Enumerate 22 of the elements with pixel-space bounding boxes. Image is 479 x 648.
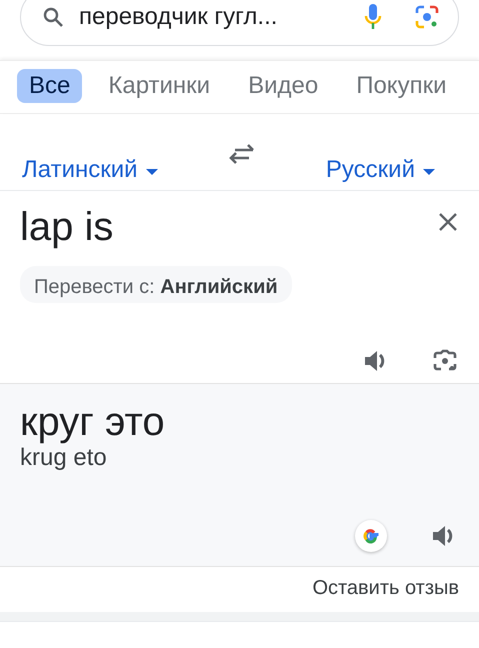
target-language-dropdown[interactable]: Русский [326, 156, 435, 184]
search-tab[interactable]: Все [17, 69, 82, 103]
swap-icon[interactable] [228, 144, 255, 164]
feedback-link[interactable]: Оставить отзыв [312, 577, 459, 600]
search-input[interactable]: переводчик гугл... [77, 2, 350, 32]
search-tab[interactable]: Видео [236, 69, 330, 103]
camera-lens-icon[interactable] [414, 4, 440, 30]
search-tab[interactable]: Картинки [96, 69, 222, 103]
microphone-icon[interactable] [364, 3, 382, 31]
caret-icon [422, 168, 435, 176]
transliteration-text: krug eto [20, 444, 108, 472]
camera-icon[interactable] [433, 349, 457, 373]
google-logo-icon[interactable] [355, 520, 387, 552]
search-tab[interactable]: Покупки [344, 69, 458, 103]
detected-language-chip[interactable]: Перевести с: Английский [20, 266, 292, 303]
close-icon[interactable] [439, 213, 457, 231]
translation-text: круг это [20, 400, 166, 444]
source-language-dropdown[interactable]: Латинский [22, 156, 158, 184]
caret-icon [146, 168, 158, 176]
search-icon [43, 7, 63, 27]
search-bar[interactable]: переводчик гугл... [20, 0, 459, 46]
source-text: lap is [20, 205, 114, 250]
